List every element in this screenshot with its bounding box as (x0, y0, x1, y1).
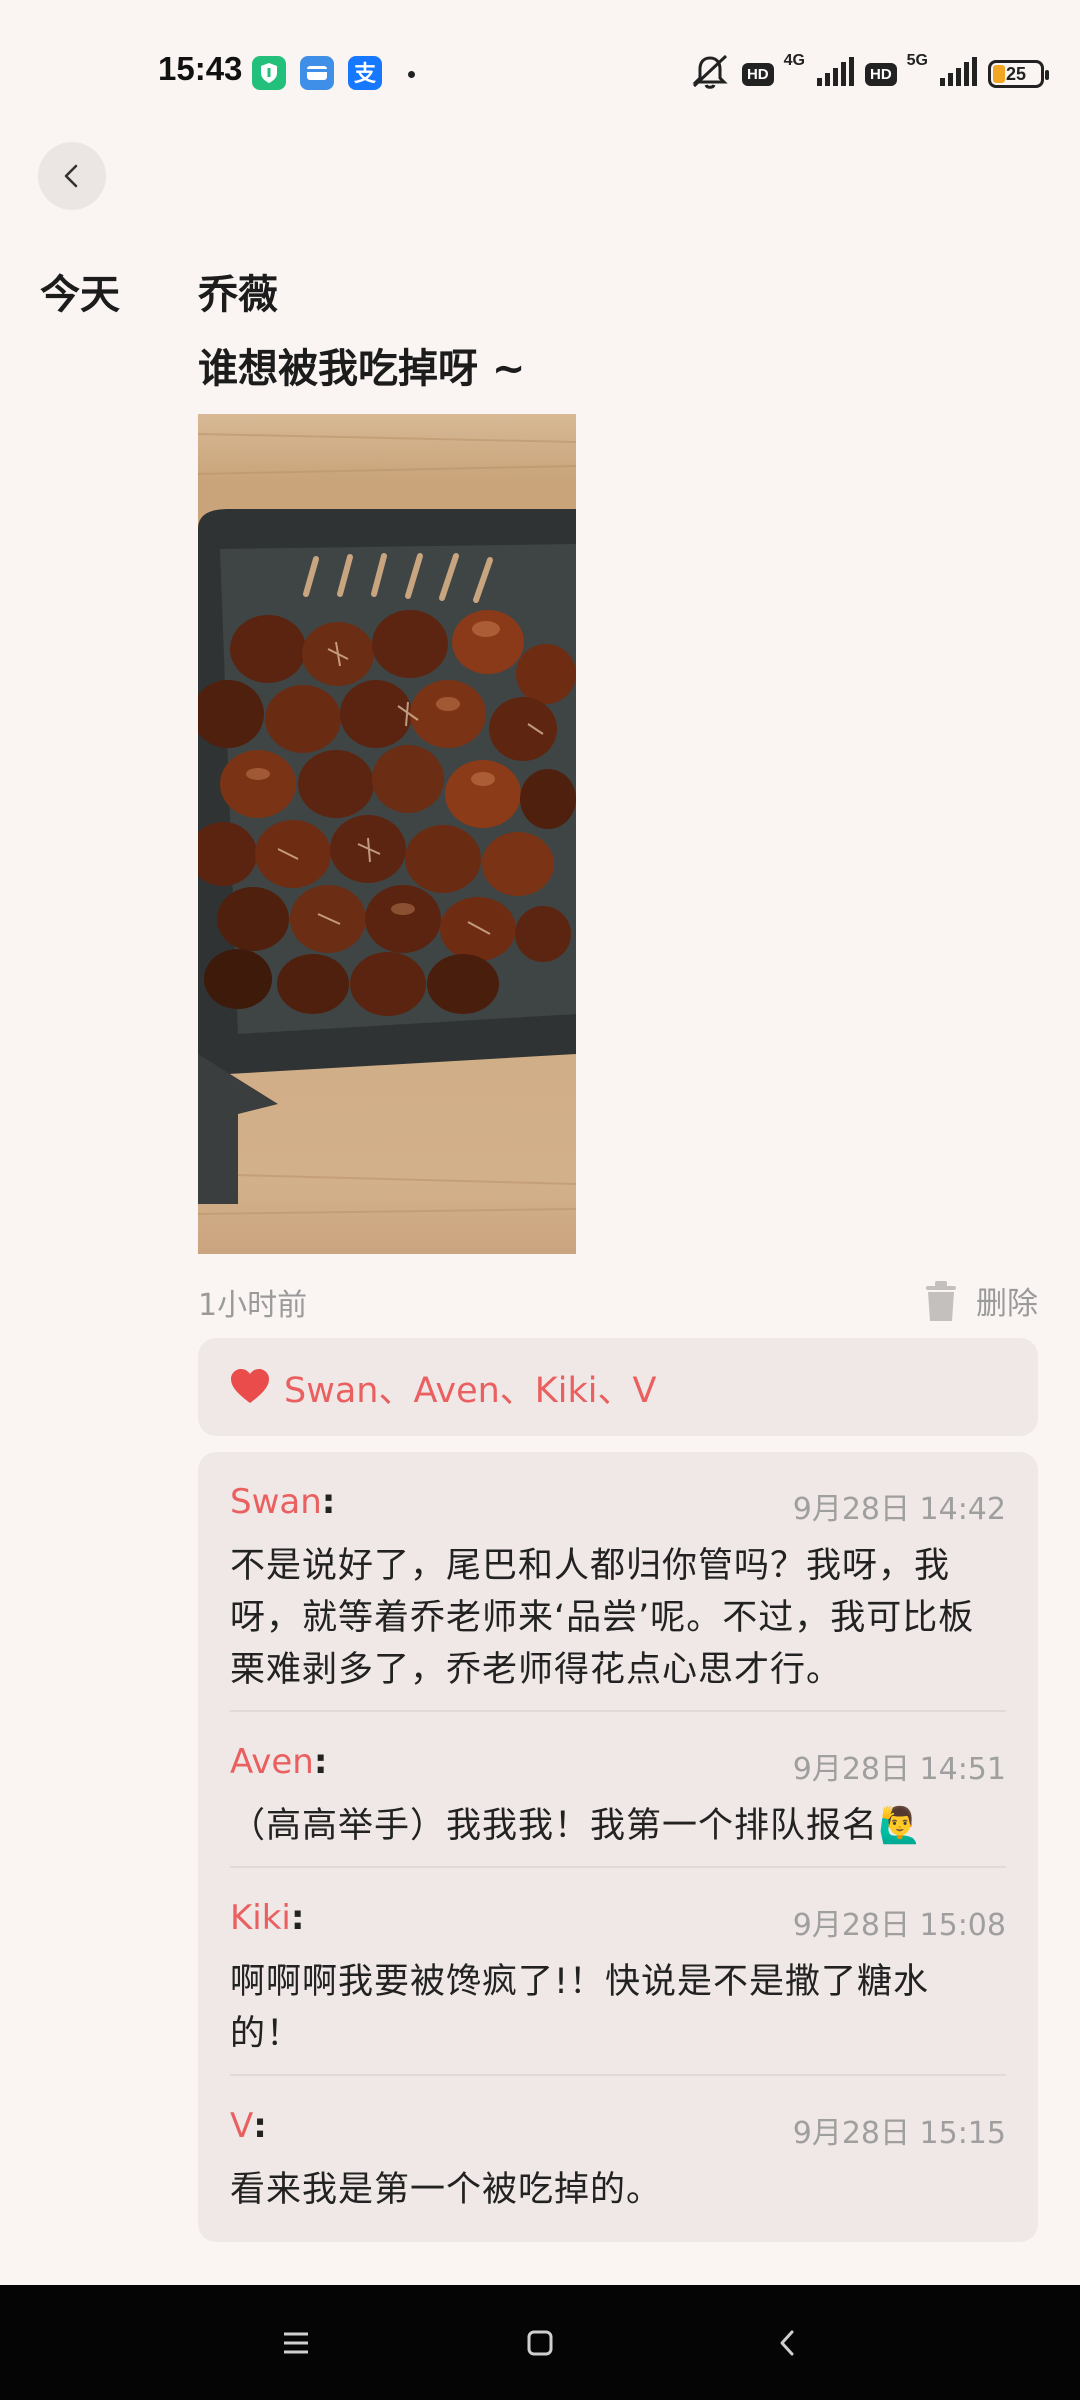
security-app-icon (252, 56, 286, 90)
date-label: 今天 (40, 272, 120, 318)
comment-colon: : (290, 1898, 305, 1938)
status-icons: HD 4G HD 5G 25 (688, 52, 1049, 96)
comment-author[interactable]: V (230, 2106, 253, 2146)
likes-bar: Swan、Aven、Kiki、V (198, 1338, 1038, 1436)
heart-icon (231, 1369, 269, 1403)
mute-icon (688, 52, 732, 96)
back-nav-button[interactable] (760, 2319, 816, 2367)
home-button[interactable] (512, 2319, 568, 2367)
post-text: 谁想被我吃掉呀 ~ (198, 346, 526, 392)
wallet-app-icon (300, 56, 334, 90)
alipay-icon: 支 (348, 56, 382, 90)
battery-icon: 25 (988, 60, 1049, 88)
comment-item[interactable]: Aven: 9月28日 14:51 （高高举手）我我我！我第一个排队报名🙋‍♂️ (230, 1712, 1006, 1868)
post-time: 1小时前 (198, 1288, 308, 1323)
comment-time: 9月28日 14:51 (792, 1752, 1006, 1787)
comment-time: 9月28日 14:42 (792, 1492, 1006, 1527)
menu-button[interactable] (268, 2319, 324, 2367)
comment-colon: : (313, 1742, 328, 1782)
comment-time: 9月28日 15:15 (792, 2116, 1006, 2151)
svg-text:支: 支 (354, 62, 377, 87)
battery-level: 25 (1005, 63, 1027, 84)
comment-time: 9月28日 15:08 (792, 1908, 1006, 1943)
back-button[interactable] (38, 142, 106, 210)
post-photo[interactable] (198, 414, 576, 1254)
comment-text: 不是说好了，尾巴和人都归你管吗？我呀，我呀，就等着乔老师来‘品尝’呢。不过，我可… (230, 1546, 975, 1690)
moments-detail-page: 15:43 支 HD 4G HD 5G 25 今天 乔薇 谁想被我吃掉呀 ~ 1… (0, 0, 1080, 2400)
menu-icon (284, 2332, 308, 2354)
back-icon (780, 2330, 794, 2356)
comment-item[interactable]: Swan: 9月28日 14:42 不是说好了，尾巴和人都归你管吗？我呀，我呀，… (230, 1452, 1006, 1712)
chevron-left-icon (64, 164, 78, 188)
trash-icon (926, 1280, 956, 1321)
comment-text: 啊啊啊我要被馋疯了!！快说是不是撒了糖水的！ (230, 1962, 930, 2054)
likes-names[interactable]: Swan、Aven、Kiki、V (284, 1362, 656, 1413)
home-icon (527, 2330, 553, 2356)
comment-colon: : (253, 2106, 267, 2146)
status-bar: 15:43 支 HD 4G HD 5G 25 (0, 0, 1080, 140)
comment-colon: : (321, 1482, 336, 1522)
comment-text: 看来我是第一个被吃掉的。 (230, 2170, 663, 2210)
post-author[interactable]: 乔薇 (198, 262, 278, 320)
signal-icon-2 (938, 56, 978, 92)
comment-item[interactable]: V: 9月28日 15:15 看来我是第一个被吃掉的。 (230, 2076, 1006, 2236)
comment-author[interactable]: Kiki (230, 1898, 291, 1938)
notification-dot (408, 71, 415, 78)
delete-button[interactable]: 删除 (922, 1278, 1038, 1323)
delete-label: 删除 (976, 1286, 1038, 1322)
comments-panel: Swan: 9月28日 14:42 不是说好了，尾巴和人都归你管吗？我呀，我呀，… (198, 1452, 1038, 2242)
signal-icon (815, 56, 855, 92)
system-nav-bar (0, 2285, 1080, 2400)
hd-badge: HD (741, 62, 774, 86)
comment-author[interactable]: Swan (230, 1482, 322, 1522)
network-5g-label: 5G (906, 52, 928, 69)
comment-text: （高高举手）我我我！我第一个排队报名🙋‍♂️ (230, 1806, 923, 1846)
comment-item[interactable]: Kiki: 9月28日 15:08 啊啊啊我要被馋疯了!！快说是不是撒了糖水的！ (230, 1868, 1006, 2076)
comment-author[interactable]: Aven (230, 1742, 314, 1782)
hd-badge-2: HD (864, 62, 897, 86)
status-time: 15:43 (158, 50, 243, 87)
network-4g-label: 4G (783, 52, 805, 69)
